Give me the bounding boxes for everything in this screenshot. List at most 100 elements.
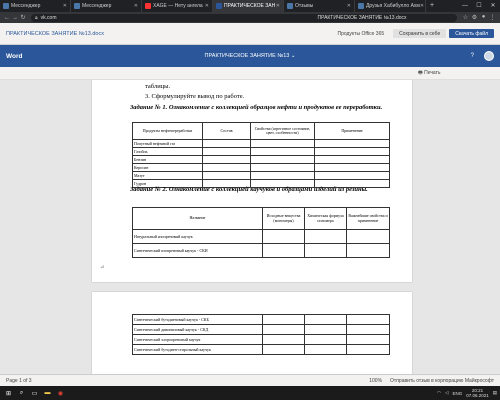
table-row: Натуральный изопреновый каучук — [132, 229, 390, 244]
search-icon[interactable]: ⌕ — [16, 388, 27, 398]
notifications-icon[interactable]: ▤ — [493, 390, 497, 396]
close-tab-icon[interactable]: ✕ — [420, 3, 424, 9]
table-cell-empty — [314, 147, 390, 156]
tab-label: Друзья Хабибулло Ахм — [366, 3, 420, 9]
table-row: Попутный нефтяной газ — [132, 139, 390, 148]
help-icon[interactable]: ? — [471, 53, 474, 59]
table-cell-name: Синтетический бутадиен-стирольный каучук — [132, 344, 263, 355]
table-cell-empty — [304, 334, 347, 345]
document-viewer[interactable]: таблицы. 3. Сформулируйте вывод по работ… — [0, 80, 500, 374]
paragraph-mark-icon: ⊿ — [100, 264, 105, 270]
maximize-icon[interactable]: ☐ — [472, 0, 486, 12]
browser-tab[interactable]: Мессенджер ✕ — [71, 0, 142, 12]
table-header: Состав — [202, 122, 251, 140]
tab-label: XAGE — Нету ангела — [153, 3, 203, 9]
close-tab-icon[interactable]: ✕ — [63, 3, 67, 9]
clock-date: 07.06.2021 — [466, 393, 489, 398]
close-tab-icon[interactable]: ✕ — [347, 3, 351, 9]
browser-tab[interactable]: XAGE — Нету ангела ✕ — [142, 0, 213, 12]
clock[interactable]: 20:21 07.06.2021 — [466, 388, 489, 398]
table-cell-empty — [202, 171, 251, 180]
menu-icon[interactable]: ⋮ — [488, 14, 497, 21]
table-cell-empty — [304, 243, 347, 258]
table-header: Химическая формула полимера — [304, 207, 347, 230]
browser-tab[interactable]: ПРАКТИЧЕСКОЕ ЗАН ✕ — [213, 0, 284, 12]
table-cell-name: Синтетический изопреновый каучук - СКИ — [132, 243, 263, 258]
language-indicator[interactable]: ENG — [452, 391, 462, 396]
table-cell-empty — [202, 139, 251, 148]
browser-tab[interactable]: Отзывы ✕ — [284, 0, 355, 12]
office-products-button[interactable]: Продукты Office 365 — [331, 29, 390, 38]
office-header: ПРАКТИЧЕСКОЕ ЗАНЯТИЕ №13.docx Продукты O… — [0, 23, 500, 45]
table-cell-name: Мазут — [132, 171, 203, 180]
table-cell-empty — [262, 229, 305, 244]
table-header: Название — [132, 207, 263, 230]
back-icon[interactable]: ← — [3, 15, 11, 21]
url-text: vk.com — [40, 14, 57, 21]
table-rubbers-continued: Синтетический бутадиеновый каучук - СКБ С… — [132, 314, 390, 355]
forward-icon[interactable]: → — [11, 15, 19, 21]
table-header: Свойства (агрегатное состояние, цвет, ос… — [250, 122, 315, 140]
table-oil-products: Продукты нефтепереработки Состав Свойств… — [132, 122, 390, 188]
download-button[interactable]: Скачать файл — [449, 29, 494, 38]
table-header-row: Название Исходные вещества (мономеры) Хи… — [132, 207, 390, 230]
minimize-icon[interactable]: — — [458, 0, 472, 12]
table-cell-empty — [262, 324, 305, 335]
table-cell-empty — [346, 324, 390, 335]
chrome-icon[interactable]: ◉ — [55, 388, 66, 398]
wifi-icon[interactable]: ◠ — [437, 390, 441, 396]
extensions-icon[interactable]: ⚙ — [470, 14, 479, 21]
new-tab-button[interactable]: + — [426, 0, 438, 12]
table-cell-empty — [304, 324, 347, 335]
table-cell-empty — [262, 243, 305, 258]
close-tab-icon[interactable]: ✕ — [205, 3, 209, 9]
table-row: Мазут — [132, 171, 390, 180]
table-cell-name: Попутный нефтяной газ — [132, 139, 203, 148]
task-view-icon[interactable]: ▭ — [29, 388, 40, 398]
tab-label: Мессенджер — [11, 3, 41, 9]
star-icon[interactable]: ☆ — [461, 14, 470, 21]
zoom-level[interactable]: 100% — [369, 378, 382, 384]
table-cell-name: Синтетический дивиниловый каучук - СКД — [132, 324, 263, 335]
word-app-bar: Word ПРАКТИЧЕСКОЕ ЗАНЯТИЕ №13 ⌄ ? — [0, 45, 500, 67]
document-title[interactable]: ПРАКТИЧЕСКОЕ ЗАНЯТИЕ №13 ⌄ — [0, 53, 500, 59]
print-label: Печать — [424, 70, 441, 76]
table-header-row: Продукты нефтепереработки Состав Свойств… — [132, 122, 390, 140]
feedback-link[interactable]: Отправить отзыв в корпорацию Майкрософт — [390, 378, 494, 384]
table-row: Газойль — [132, 147, 390, 156]
volume-icon[interactable]: ◁ — [445, 390, 448, 396]
tab-favicon-icon — [287, 3, 293, 9]
table-cell-empty — [346, 243, 390, 258]
table-cell-empty — [346, 334, 390, 345]
close-tab-icon[interactable]: ✕ — [134, 3, 138, 9]
browser-tab[interactable]: Друзья Хабибулло Ахм ✕ — [355, 0, 426, 12]
word-app-name[interactable]: Word — [6, 53, 23, 60]
page-1: таблицы. 3. Сформулируйте вывод по работ… — [92, 80, 412, 282]
tab-label: Мессенджер — [82, 3, 112, 9]
lock-icon: 🔒︎ — [35, 14, 38, 21]
avatar[interactable] — [484, 51, 494, 61]
print-button[interactable]: 🖶 Печать — [418, 70, 441, 78]
close-tab-icon[interactable]: ✕ — [276, 3, 280, 9]
table-cell-empty — [250, 155, 315, 164]
page-title: ПРАКТИЧЕСКОЕ ЗАНЯТИЕ №13.docx — [317, 14, 407, 21]
table-cell-name: Натуральный изопреновый каучук — [132, 229, 263, 244]
tab-label: Отзывы — [295, 3, 314, 9]
table-cell-empty — [202, 147, 251, 156]
table-cell-name: Бензин — [132, 155, 203, 164]
save-copy-button[interactable]: Сохранить в себе — [393, 29, 447, 38]
file-explorer-icon[interactable]: ▬ — [42, 388, 53, 398]
table-cell-empty — [250, 163, 315, 172]
table-cell-empty — [202, 163, 251, 172]
table-cell-empty — [304, 314, 347, 325]
table-row: Синтетический дивиниловый каучук - СКД — [132, 324, 390, 335]
windows-start-icon[interactable]: ⊞ — [3, 388, 14, 398]
profile-icon[interactable]: ● — [479, 14, 488, 21]
table-row: Синтетический хлоропреновый каучук — [132, 334, 390, 345]
document-name-link[interactable]: ПРАКТИЧЕСКОЕ ЗАНЯТИЕ №13.docx — [6, 31, 104, 37]
close-window-icon[interactable]: ✕ — [486, 0, 500, 12]
reload-icon[interactable]: ↻ — [19, 14, 27, 21]
browser-tab[interactable]: Мессенджер ✕ — [0, 0, 71, 12]
page-indicator: Page 1 of 3 — [6, 377, 32, 384]
table-row: Синтетический бутадиен-стирольный каучук — [132, 344, 390, 355]
